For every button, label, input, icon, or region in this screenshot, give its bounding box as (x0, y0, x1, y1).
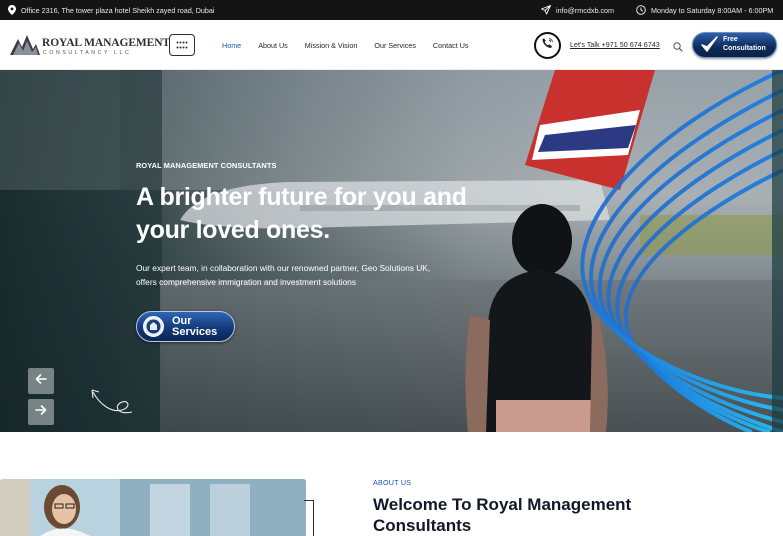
arrow-right-icon (35, 403, 47, 421)
phone-link[interactable]: Let's Talk +971 50 674 6743 (570, 40, 660, 49)
nav-mission-vision[interactable]: Mission & Vision (305, 41, 358, 50)
address-info: Office 2316, The tower plaza hotel Sheik… (8, 0, 215, 20)
slider-prev-button[interactable] (28, 368, 54, 394)
services-line2: Services (172, 326, 218, 338)
our-services-button[interactable]: Our Services (136, 311, 235, 342)
logo-tagline: CONSULTANCY LLC (43, 50, 132, 56)
phone-button[interactable] (534, 32, 561, 59)
site-header: ROYAL MANAGEMENT CONSULTANCY LLC Home Ab… (0, 20, 783, 70)
about-photo-illustration (0, 479, 306, 536)
hero-eyebrow: ROYAL MANAGEMENT CONSULTANTS (136, 161, 277, 170)
services-badge-icon (143, 316, 164, 337)
about-image (0, 479, 306, 536)
nav-contact-us[interactable]: Contact Us (433, 41, 469, 50)
logo-name: ROYAL MANAGEMENT (42, 37, 170, 49)
main-nav: Home About Us Mission & Vision Our Servi… (222, 20, 485, 70)
about-title: Welcome To Royal Management Consultants (373, 495, 632, 535)
nav-our-services[interactable]: Our Services (374, 41, 416, 50)
hero-slider: ROYAL MANAGEMENT CONSULTANTS A brighter … (0, 70, 783, 432)
about-image-frame (304, 500, 314, 536)
hours-info: Monday to Saturday 8:00AM - 6:00PM (636, 0, 773, 20)
hero-background-image (0, 70, 783, 432)
menu-grid-button[interactable] (169, 34, 195, 56)
hero-title: A brighter future for you and your loved… (136, 183, 467, 244)
email-link[interactable]: info@rmcdxb.com (556, 6, 614, 15)
arrow-left-icon (35, 372, 47, 390)
address-text: Office 2316, The tower plaza hotel Sheik… (21, 5, 215, 15)
check-icon (699, 35, 719, 60)
free-consultation-button[interactable]: Free Consultation (692, 32, 777, 58)
slider-next-button[interactable] (28, 399, 54, 425)
about-eyebrow: ABOUT US (373, 478, 412, 487)
grid-icon (176, 36, 188, 54)
hero-description: Our expert team, in collaboration with o… (136, 263, 431, 287)
email-info[interactable]: info@rmcdxb.com (541, 0, 614, 20)
nav-about-us[interactable]: About Us (258, 41, 288, 50)
phone-icon (541, 37, 554, 55)
cta-line1: Free (723, 36, 738, 43)
clock-icon (636, 5, 646, 15)
location-pin-icon (8, 5, 16, 15)
top-info-bar: Office 2316, The tower plaza hotel Sheik… (0, 0, 783, 20)
nav-home[interactable]: Home (222, 41, 241, 50)
search-icon[interactable] (673, 39, 683, 57)
hours-text: Monday to Saturday 8:00AM - 6:00PM (651, 5, 774, 15)
cta-line2: Consultation (723, 45, 766, 52)
send-icon (541, 5, 551, 15)
logo[interactable]: ROYAL MANAGEMENT CONSULTANCY LLC (9, 32, 170, 58)
